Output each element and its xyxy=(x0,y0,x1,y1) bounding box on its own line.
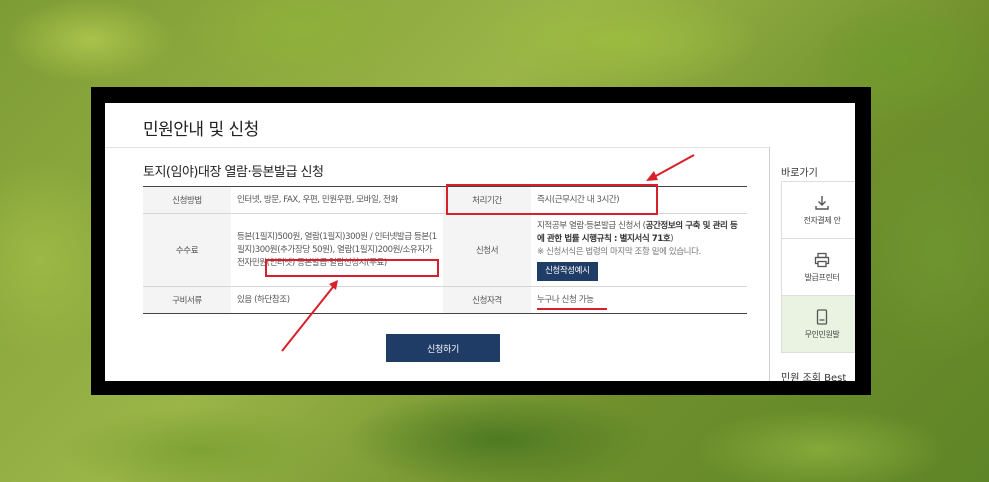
annotation-arrow-line xyxy=(281,286,334,352)
annotation-arrows xyxy=(281,154,695,352)
annotation-arrowhead xyxy=(329,280,338,290)
annotation-arrowhead xyxy=(646,171,658,181)
annotation-arrow-line xyxy=(653,154,695,178)
